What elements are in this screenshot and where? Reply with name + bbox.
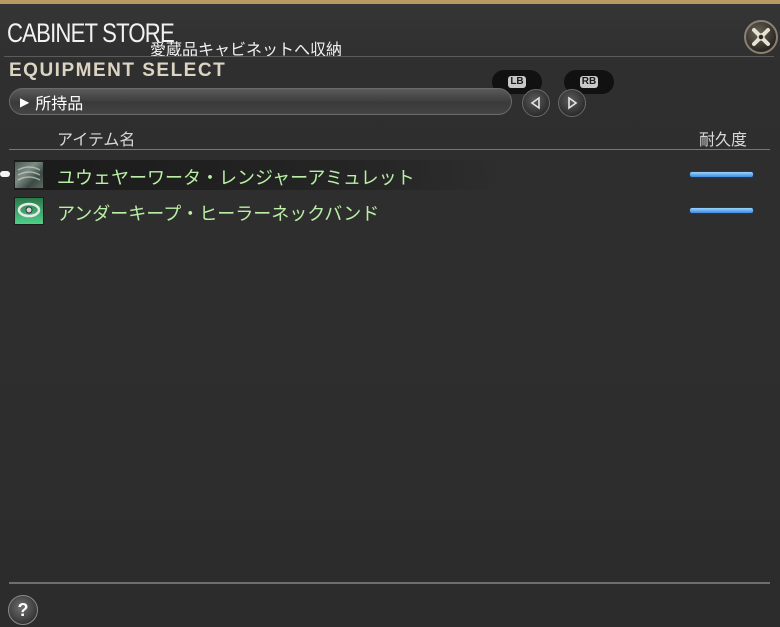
selection-cursor-icon — [0, 171, 10, 177]
cabinet-store-window: CABINET STORE 愛蔵品キャビネットへ収納 EQUIPMENT SEL… — [0, 0, 780, 627]
lb-label: LB — [508, 76, 526, 88]
rb-label: RB — [579, 76, 599, 88]
durability-bar — [690, 208, 753, 213]
footer-divider — [9, 582, 770, 584]
title-bar: CABINET STORE 愛蔵品キャビネットへ収納 — [0, 8, 780, 59]
durability-bar — [690, 172, 753, 177]
section-title: EQUIPMENT SELECT — [9, 60, 227, 81]
inventory-filter-dropdown[interactable]: ▶ 所持品 — [9, 88, 512, 115]
title-divider — [4, 56, 774, 57]
close-icon — [752, 28, 770, 46]
column-header-name: アイテム名 — [57, 130, 136, 149]
prev-page-button[interactable] — [522, 89, 550, 117]
column-header-durability: 耐久度 — [699, 130, 748, 149]
help-button[interactable]: ? — [8, 595, 38, 625]
dropdown-selected-label: 所持品 — [35, 93, 84, 113]
close-button[interactable] — [744, 20, 778, 54]
window-title: CABINET STORE — [7, 18, 175, 48]
triangle-left-icon — [530, 96, 540, 110]
item-name: ユウェヤーワータ・レンジャーアミュレット — [57, 168, 415, 189]
dropdown-arrow-icon: ▶ — [20, 94, 30, 109]
necklace-icon — [14, 197, 44, 225]
amulet-icon — [14, 161, 44, 189]
item-name: アンダーキープ・ヒーラーネックバンド — [57, 204, 380, 225]
item-row[interactable]: アンダーキープ・ヒーラーネックバンド — [0, 194, 780, 228]
help-icon: ? — [17, 599, 29, 620]
triangle-right-icon — [568, 96, 578, 110]
item-row[interactable]: ユウェヤーワータ・レンジャーアミュレット — [0, 158, 780, 192]
header-divider — [9, 149, 770, 150]
next-page-button[interactable] — [558, 89, 586, 117]
